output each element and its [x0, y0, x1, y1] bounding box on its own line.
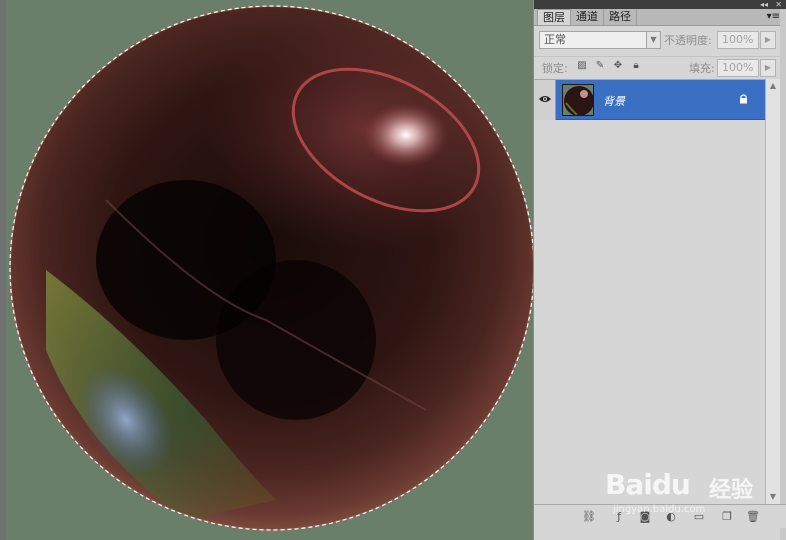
panel-menu-icon[interactable]: ▾≡ [767, 11, 780, 22]
canvas-area[interactable] [0, 0, 540, 540]
lock-label: 锁定: [542, 62, 568, 75]
tab-paths[interactable]: 路径 [604, 9, 637, 25]
blend-mode-select[interactable]: 正常 ▼ [539, 31, 661, 49]
new-group-folder-icon[interactable]: ▭ [692, 510, 706, 524]
opacity-slider-button[interactable]: ▶ [760, 31, 776, 49]
layers-panel: ◂◂ ✕ 图层 通道 路径 ▾≡ 正常 ▼ 不透明度: 100% ▶ 锁定: ▨… [533, 0, 786, 540]
blend-row: 正常 ▼ 不透明度: 100% ▶ [534, 29, 786, 51]
tab-layers[interactable]: 图层 [537, 9, 571, 25]
blend-mode-value: 正常 [544, 33, 566, 46]
link-layers-icon[interactable]: ⛓ [582, 510, 596, 524]
layer-style-fx-icon[interactable]: ƒ [612, 510, 626, 524]
document-canvas[interactable] [6, 0, 540, 540]
photoshop-window: ◂◂ ✕ 图层 通道 路径 ▾≡ 正常 ▼ 不透明度: 100% ▶ 锁定: ▨… [0, 0, 786, 540]
visibility-toggle[interactable] [534, 80, 556, 120]
chevron-down-icon: ▼ [646, 32, 660, 48]
layers-scrollbar[interactable]: ▲ ▼ [765, 79, 780, 504]
add-mask-icon[interactable]: ◙ [638, 510, 652, 524]
layers-list: 背景 [534, 79, 765, 504]
delete-layer-trash-icon[interactable]: 🗑︎ [746, 510, 760, 524]
opacity-label: 不透明度: [664, 34, 712, 47]
bubble-artwork [9, 5, 535, 531]
lock-icon [740, 94, 747, 104]
adjustment-layer-icon[interactable]: ◐ [664, 510, 678, 524]
new-layer-icon[interactable]: ❐ [720, 510, 734, 524]
lock-image-brush-icon[interactable]: ✎ [594, 60, 606, 72]
panel-titlebar: ◂◂ ✕ [534, 0, 786, 9]
scroll-down-icon[interactable]: ▼ [766, 490, 780, 504]
fill-slider-button[interactable]: ▶ [760, 59, 776, 77]
eye-icon [539, 96, 551, 102]
panel-tabs: 图层 通道 路径 ▾≡ [534, 9, 786, 26]
layers-panel-footer: ⛓ ƒ ◙ ◐ ▭ ❐ 🗑︎ [534, 504, 786, 528]
fill-input[interactable]: 100% [717, 59, 759, 77]
opacity-input[interactable]: 100% [717, 31, 759, 49]
layer-thumbnail [562, 84, 594, 116]
lock-row: 锁定: ▨ ✎ ✥ 🔒︎ 填充: 100% ▶ [534, 56, 786, 77]
lock-position-move-icon[interactable]: ✥ [612, 60, 624, 72]
scroll-up-icon[interactable]: ▲ [766, 79, 780, 93]
close-icon[interactable]: ✕ [775, 0, 782, 9]
layer-name[interactable]: 背景 [603, 93, 625, 109]
lock-transparent-icon[interactable]: ▨ [576, 60, 588, 72]
lock-all-icon[interactable]: 🔒︎ [630, 60, 642, 72]
layer-row-background[interactable]: 背景 [534, 80, 765, 120]
collapse-icon[interactable]: ◂◂ [760, 0, 768, 9]
fill-label: 填充: [689, 62, 715, 75]
tab-channels[interactable]: 通道 [571, 9, 604, 25]
panel-edge [780, 9, 786, 540]
